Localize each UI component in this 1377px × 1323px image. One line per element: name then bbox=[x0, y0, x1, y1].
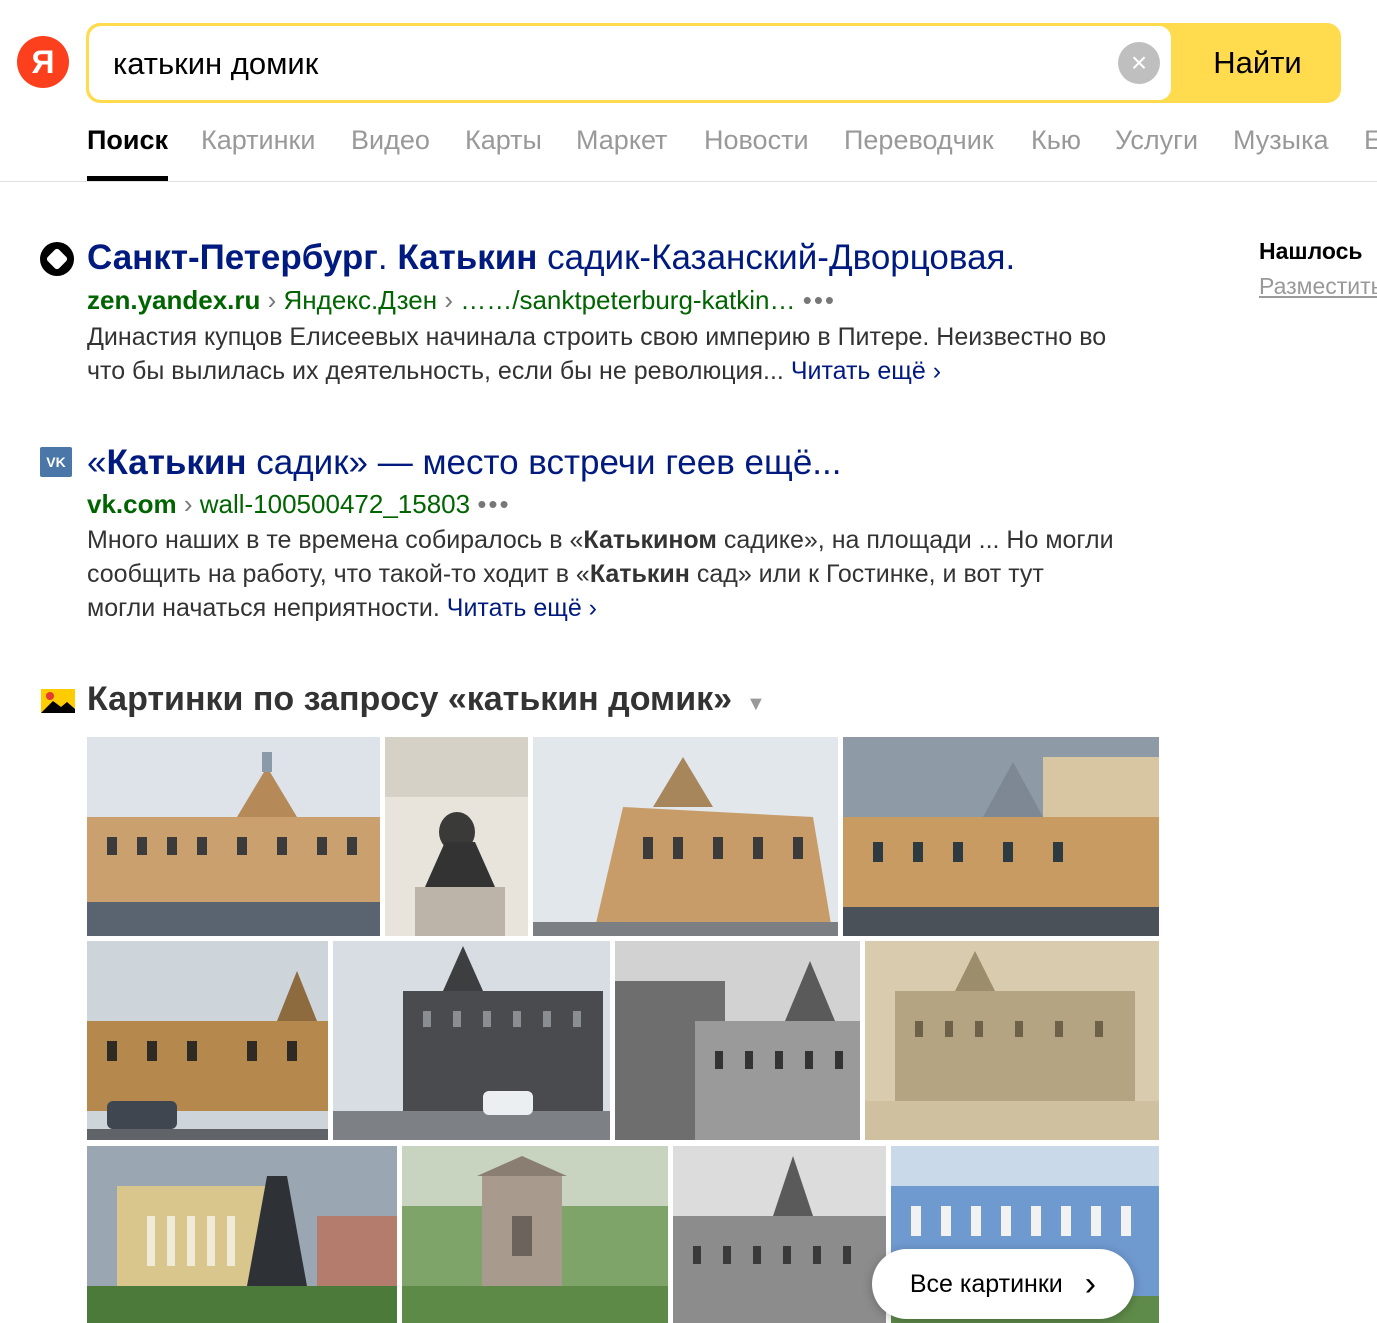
more-options-icon[interactable]: ••• bbox=[477, 489, 510, 519]
image-icon bbox=[41, 689, 75, 713]
result-title[interactable]: «Катькин садик» — место встречи геев ещё… bbox=[87, 443, 841, 483]
tab-maps[interactable]: Карты bbox=[465, 124, 542, 182]
image-thumbnail[interactable] bbox=[87, 737, 380, 936]
vk-icon: VK bbox=[40, 447, 72, 477]
tab-search[interactable]: Поиск bbox=[87, 124, 169, 181]
search-field: × bbox=[89, 26, 1171, 100]
result-title[interactable]: Санкт-Петербург. Катькин садик-Казанский… bbox=[87, 238, 1015, 278]
result-snippet: Династия купцов Елисеевых начинала строи… bbox=[87, 323, 1107, 385]
images-section-title[interactable]: Картинки по запросу «катькин домик» ▼ bbox=[87, 680, 766, 719]
clear-icon[interactable]: × bbox=[1118, 42, 1160, 84]
search-bar: × Найти bbox=[86, 23, 1341, 103]
search-button[interactable]: Найти bbox=[1174, 23, 1341, 103]
tab-q[interactable]: Кью bbox=[1031, 124, 1081, 182]
result-url[interactable]: vk.com › wall-100500472_15803 ••• bbox=[87, 489, 511, 520]
image-thumbnail[interactable] bbox=[87, 941, 328, 1140]
tab-video[interactable]: Видео bbox=[351, 124, 430, 182]
all-images-button[interactable]: Все картинки › bbox=[872, 1249, 1134, 1319]
read-more-link[interactable]: Читать ещё › bbox=[447, 594, 597, 622]
image-thumbnail[interactable] bbox=[87, 1146, 397, 1323]
image-thumbnail[interactable] bbox=[843, 737, 1159, 936]
yandex-logo[interactable]: Я bbox=[17, 36, 69, 88]
image-thumbnail[interactable] bbox=[333, 941, 610, 1140]
image-thumbnail[interactable] bbox=[615, 941, 860, 1140]
sidebar: Нашлось Разместить bbox=[1259, 238, 1377, 300]
image-thumbnail[interactable] bbox=[385, 737, 528, 936]
tab-news[interactable]: Новости bbox=[704, 124, 809, 182]
chevron-down-icon[interactable]: ▼ bbox=[746, 693, 766, 715]
tab-market[interactable]: Маркет bbox=[576, 124, 667, 182]
more-options-icon[interactable]: ••• bbox=[803, 285, 836, 315]
place-ad-link[interactable]: Разместить bbox=[1259, 273, 1377, 300]
tab-translator[interactable]: Переводчик bbox=[844, 124, 994, 182]
search-input[interactable] bbox=[111, 40, 1095, 88]
search-result: VK «Катькин садик» — место встречи геев … bbox=[40, 443, 1180, 633]
tab-images[interactable]: Картинки bbox=[201, 124, 315, 182]
read-more-link[interactable]: Читать ещё › bbox=[791, 357, 941, 385]
zen-icon bbox=[40, 242, 74, 276]
image-thumbnail[interactable] bbox=[402, 1146, 668, 1323]
image-thumbnail[interactable] bbox=[673, 1146, 886, 1323]
tab-more[interactable]: Е bbox=[1364, 124, 1377, 182]
found-label: Нашлось bbox=[1259, 238, 1363, 264]
image-thumbnail[interactable] bbox=[533, 737, 838, 936]
tabs-divider bbox=[0, 181, 1377, 182]
tab-music[interactable]: Музыка bbox=[1233, 124, 1329, 182]
image-thumbnail[interactable] bbox=[865, 941, 1159, 1140]
search-result: Санкт-Петербург. Катькин садик-Казанский… bbox=[40, 238, 1180, 398]
result-url[interactable]: zen.yandex.ru › Яндекс.Дзен › ……/sanktpe… bbox=[87, 285, 836, 316]
chevron-right-icon: › bbox=[1084, 1264, 1097, 1303]
result-snippet: Много наших в те времена собиралось в «К… bbox=[87, 526, 1114, 622]
tab-services[interactable]: Услуги bbox=[1115, 124, 1198, 182]
